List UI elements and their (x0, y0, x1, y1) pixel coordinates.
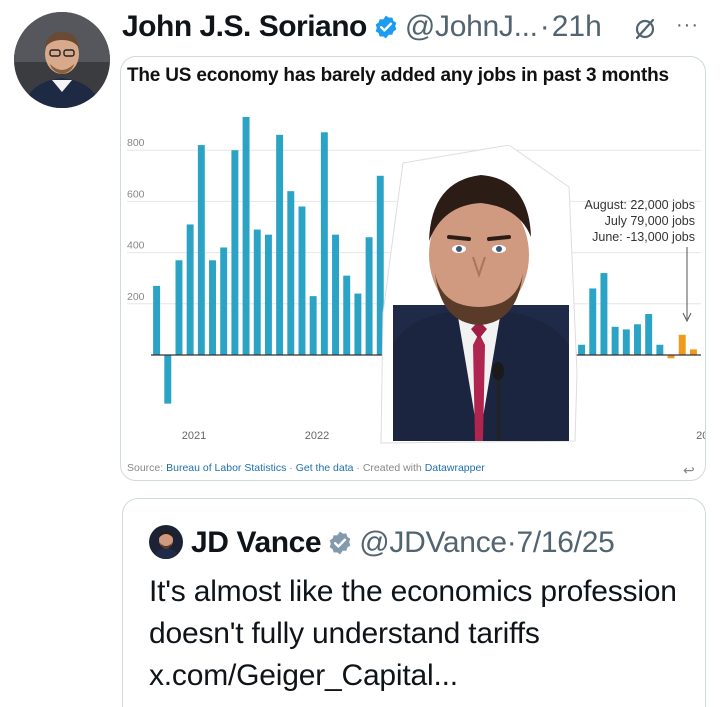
bar (153, 285, 161, 355)
verified-badge-icon (373, 14, 399, 40)
bar (354, 293, 362, 355)
tweet-header: John J.S. Soriano @JohnJ... · 21h (122, 10, 602, 44)
quoted-tweet[interactable]: JD Vance @JDVance · 7/16/25 It's almost … (122, 498, 706, 707)
bar (276, 134, 284, 355)
bar (365, 237, 373, 355)
x-tick-label: 2021 (182, 430, 206, 442)
quoted-author-name[interactable]: JD Vance (191, 526, 322, 560)
created-with-text: · Created with (353, 462, 425, 474)
x-tick-label: 2025 (696, 430, 706, 442)
tweet-time[interactable]: 21h (552, 10, 602, 44)
bar (611, 326, 619, 355)
quoted-author-handle[interactable]: @JDVance (359, 526, 507, 560)
author-handle[interactable]: @JohnJ... (405, 10, 538, 44)
bar (164, 355, 172, 404)
y-tick-label: 400 (127, 240, 145, 252)
separator: · (506, 526, 517, 559)
y-tick-label: 800 (127, 137, 145, 149)
person-photo (379, 144, 579, 445)
bar (634, 324, 641, 355)
chart-annotation-line: June: -13,000 jobs (592, 230, 695, 244)
y-tick-label: 600 (127, 188, 145, 200)
source-prefix: Source: (127, 462, 167, 474)
bar (645, 314, 653, 355)
more-icon[interactable]: ··· (676, 14, 699, 37)
grok-icon[interactable] (632, 16, 658, 42)
separator: · (539, 10, 550, 43)
bar (309, 296, 317, 355)
bar (600, 273, 608, 355)
chart-annotation-line: July 79,000 jobs (605, 214, 695, 228)
bar (622, 329, 630, 355)
bar (287, 191, 295, 355)
bar (197, 145, 205, 355)
chart-source: Source: Bureau of Labor Statistics · Get… (127, 462, 485, 474)
bar (186, 224, 194, 355)
get-data-link[interactable]: Get the data (296, 462, 354, 474)
bar (231, 150, 239, 355)
quoted-tweet-text: It's almost like the economics professio… (149, 575, 677, 692)
bar (264, 234, 272, 355)
bar (320, 132, 328, 355)
bar (578, 344, 586, 355)
source-link[interactable]: Bureau of Labor Statistics (166, 462, 286, 474)
bar (220, 247, 228, 355)
bar (656, 344, 664, 355)
datawrapper-link[interactable]: Datawrapper (425, 462, 485, 474)
author-name[interactable]: John J.S. Soriano (122, 10, 367, 44)
author-avatar[interactable] (14, 12, 110, 108)
chart-image-card[interactable]: The US economy has barely added any jobs… (120, 56, 706, 481)
chart-annotation-line: August: 22,000 jobs (585, 198, 696, 212)
bar (209, 260, 216, 355)
quoted-tweet-header: JD Vance @JDVance · 7/16/25 (191, 523, 615, 563)
bar (589, 288, 597, 355)
quoted-author-avatar[interactable] (149, 525, 183, 559)
quoted-tweet-date[interactable]: 7/16/25 (516, 526, 614, 560)
bar (253, 229, 261, 355)
bar (242, 116, 250, 355)
bar (332, 234, 339, 355)
return-arrow-icon: ↩ (683, 462, 695, 478)
bar (689, 349, 697, 355)
y-tick-label: 200 (127, 291, 145, 303)
bar (175, 260, 183, 355)
verified-badge-icon (327, 530, 353, 556)
bar (678, 334, 686, 355)
x-tick-label: 2022 (305, 430, 329, 442)
source-separator: · (286, 462, 296, 474)
bar (298, 206, 306, 355)
bar (343, 275, 351, 355)
